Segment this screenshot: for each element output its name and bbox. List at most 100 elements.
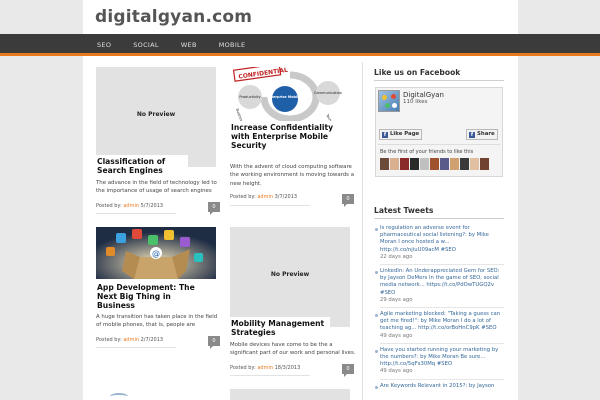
avatar[interactable] bbox=[420, 158, 429, 170]
meta-prefix: Posted by: bbox=[96, 203, 122, 209]
comment-count-badge[interactable]: 0 bbox=[342, 194, 354, 207]
facebook-icon: f bbox=[469, 132, 475, 138]
post-title[interactable]: Increase Confidentiality with Enterprise… bbox=[231, 123, 339, 150]
post-title-box: App Development: The Next Big Thing in B… bbox=[96, 281, 200, 311]
app-icons-image: @ bbox=[96, 227, 216, 279]
nav-item-social[interactable]: SOCIAL bbox=[133, 34, 159, 56]
facebook-page-logo[interactable] bbox=[378, 90, 400, 112]
tweet-item: Have you started running your marketing … bbox=[374, 347, 504, 376]
tweet-item: LinkedIn: An Underappreciated Gem for SE… bbox=[374, 268, 504, 304]
site-title[interactable]: digitalgyan.com bbox=[95, 7, 252, 27]
post-excerpt: The advance in the field of technology l… bbox=[96, 180, 217, 195]
post-meta: Posted by: admin 2/7/2013 bbox=[96, 337, 163, 343]
diagram-label-communication: Communication bbox=[314, 91, 342, 95]
post-thumbnail[interactable] bbox=[230, 389, 350, 400]
post-date: 5/7/2013 bbox=[140, 203, 164, 209]
avatar[interactable] bbox=[440, 158, 449, 170]
post-title-box: Classification of Search Engines bbox=[96, 155, 188, 176]
widget-title-underline bbox=[374, 80, 504, 81]
no-preview-label: No Preview bbox=[270, 271, 310, 278]
tweet-divider bbox=[380, 342, 504, 344]
tweet-date: 49 days ago bbox=[380, 332, 413, 339]
post-divider bbox=[96, 213, 176, 214]
post-excerpt: Mobile devices have come to be the a sig… bbox=[230, 342, 356, 357]
meta-prefix: Posted by: bbox=[230, 365, 256, 371]
facebook-friends-text: Be the first of your friends to like thi… bbox=[380, 149, 474, 155]
comment-count-badge[interactable]: 0 bbox=[208, 336, 220, 349]
nav-item-seo[interactable]: SEO bbox=[97, 34, 111, 56]
post-thumbnail[interactable]: No Preview bbox=[96, 67, 216, 167]
tweet-item: Is regulation an adverse event for pharm… bbox=[374, 225, 504, 261]
widget-title-underline bbox=[374, 218, 504, 219]
comment-count-badge[interactable]: 0 bbox=[342, 364, 354, 377]
facebook-page-name[interactable]: DigitalGyan bbox=[403, 91, 444, 99]
sidebar-divider bbox=[362, 62, 363, 400]
meta-prefix: Posted by: bbox=[230, 194, 256, 200]
tweet-text[interactable]: Are Keywords Relevant in 2015?: by Jayso… bbox=[380, 383, 504, 390]
tweet-date: 29 days ago bbox=[380, 296, 413, 303]
avatar[interactable] bbox=[380, 158, 389, 170]
enterprise-mobility-diagram: CONFIDENTIAL Productivity Enterprise Mob… bbox=[232, 63, 342, 132]
svg-text:@: @ bbox=[152, 249, 160, 258]
post-title[interactable]: App Development: The Next Big Thing in B… bbox=[97, 283, 199, 310]
avatar[interactable] bbox=[390, 158, 399, 170]
post-meta: Posted by: admin 5/7/2013 bbox=[96, 203, 163, 209]
tweet-list: Is regulation an adverse event for pharm… bbox=[374, 225, 504, 393]
post-author[interactable]: admin bbox=[123, 337, 139, 343]
post-title[interactable]: Classification of Search Engines bbox=[97, 157, 187, 175]
post-excerpt: A huge transition has taken place in the… bbox=[96, 314, 218, 329]
tweet-text[interactable]: Have you started running your marketing … bbox=[380, 347, 504, 369]
avatar[interactable] bbox=[410, 158, 419, 170]
tweet-divider bbox=[380, 378, 504, 380]
post-title[interactable]: Mobility Management Strategies bbox=[231, 319, 329, 337]
post-author[interactable]: admin bbox=[257, 194, 273, 200]
post-meta: Posted by: admin 18/3/2013 bbox=[230, 365, 300, 371]
diagram-label-productivity: Productivity bbox=[239, 95, 261, 99]
facebook-like-count: 110 likes bbox=[403, 99, 428, 105]
post-divider bbox=[230, 205, 310, 206]
tweet-date: 22 days ago bbox=[380, 253, 413, 260]
post-divider bbox=[96, 347, 176, 348]
nav-bar: SEO SOCIAL WEB MOBILE bbox=[0, 34, 600, 56]
facebook-friend-avatars bbox=[380, 158, 490, 170]
post-thumbnail[interactable]: CONFIDENTIAL Productivity Enterprise Mob… bbox=[230, 63, 350, 132]
avatar[interactable] bbox=[450, 158, 459, 170]
meta-prefix: Posted by: bbox=[96, 337, 122, 343]
no-preview-label: No Preview bbox=[136, 111, 176, 118]
facebook-divider bbox=[378, 144, 500, 145]
tweet-text[interactable]: Is regulation an adverse event for pharm… bbox=[380, 225, 504, 254]
like-page-label: Like Page bbox=[390, 131, 420, 137]
facebook-like-page-button[interactable]: f Like Page bbox=[379, 129, 423, 140]
nav-item-web[interactable]: WEB bbox=[181, 34, 197, 56]
post-thumbnail[interactable]: @ bbox=[96, 227, 216, 279]
comment-count-badge[interactable]: 0 bbox=[208, 202, 220, 215]
tweet-text[interactable]: LinkedIn: An Underappreciated Gem for SE… bbox=[380, 268, 504, 297]
avatar[interactable] bbox=[430, 158, 439, 170]
post-author[interactable]: admin bbox=[257, 365, 273, 371]
post-thumbnail[interactable] bbox=[110, 393, 128, 400]
tweet-text[interactable]: Agile marketing blocked: "Taking a guess… bbox=[380, 311, 504, 333]
post-excerpt: With the advent of cloud computing softw… bbox=[230, 164, 354, 187]
tweet-divider bbox=[380, 307, 504, 309]
avatar[interactable] bbox=[480, 158, 489, 170]
avatar[interactable] bbox=[460, 158, 469, 170]
post-card: No Preview Mobility Management Strategie… bbox=[230, 227, 356, 377]
nav-item-mobile[interactable]: MOBILE bbox=[219, 34, 246, 56]
post-divider bbox=[230, 375, 310, 376]
tweets-widget-title: Latest Tweets bbox=[374, 206, 434, 215]
avatar[interactable] bbox=[400, 158, 409, 170]
post-date: 18/3/2013 bbox=[274, 365, 301, 371]
main-nav: SEO SOCIAL WEB MOBILE bbox=[97, 34, 267, 56]
tweet-divider bbox=[380, 264, 504, 266]
tweet-date: 49 days ago bbox=[380, 368, 413, 375]
tweet-item: Agile marketing blocked: "Taking a guess… bbox=[374, 311, 504, 340]
facebook-icon: f bbox=[382, 132, 388, 138]
post-date: 2/7/2013 bbox=[140, 337, 164, 343]
post-card: CONFIDENTIAL Productivity Enterprise Mob… bbox=[230, 63, 354, 217]
avatar[interactable] bbox=[470, 158, 479, 170]
post-title-box: Mobility Management Strategies bbox=[230, 317, 330, 338]
facebook-share-button[interactable]: f Share bbox=[466, 129, 498, 140]
post-author[interactable]: admin bbox=[123, 203, 139, 209]
facebook-widget-title: Like us on Facebook bbox=[374, 68, 461, 77]
post-thumbnail[interactable]: No Preview bbox=[230, 227, 350, 327]
